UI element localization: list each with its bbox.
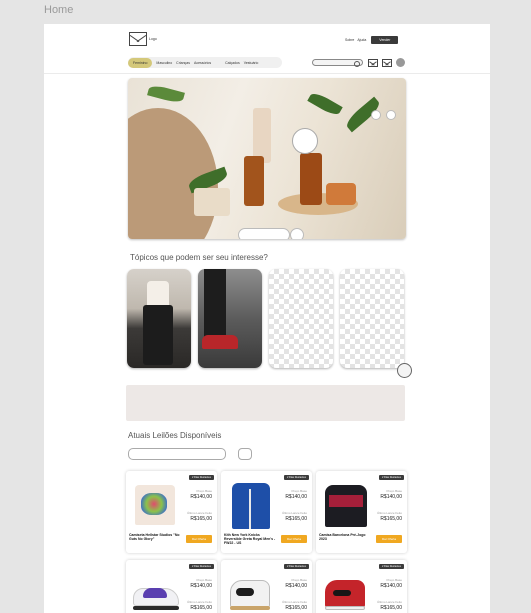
product-name: Kith New York Knicks Reversible Greta Ro… xyxy=(224,533,276,545)
product-name: Camisa Barcelona Pré-Jogo 2023 xyxy=(319,533,366,541)
time-left-badge: 2 Dias Restantes xyxy=(188,475,214,480)
product-name: Camiseta Hellstar Studios "No Guts No Gl… xyxy=(129,533,180,541)
product-image xyxy=(129,479,181,531)
frame-label: Home xyxy=(44,4,74,16)
category-nav: Feminino Masculino Crianças Acessórios C… xyxy=(128,57,282,68)
image-placeholder-icon[interactable] xyxy=(382,59,392,67)
base-price-label: Preço Base xyxy=(386,578,402,582)
base-price-value: R$140,00 xyxy=(190,583,212,589)
last-bid-value: R$165,00 xyxy=(190,605,212,611)
nav-acessorios[interactable]: Acessórios xyxy=(194,61,211,65)
sell-button[interactable]: Vender xyxy=(371,36,399,44)
bid-button[interactable]: Dar Oferta xyxy=(375,535,402,543)
bottle-image xyxy=(300,153,322,205)
topic-image xyxy=(204,269,226,339)
topic-card-placeholder[interactable] xyxy=(340,269,404,368)
last-bid-value: R$165,00 xyxy=(285,516,307,522)
auctions-title: Atuais Leilões Disponíveis xyxy=(128,431,222,440)
base-price-label: Preço Base xyxy=(291,489,307,493)
product-card[interactable]: 2 Dias Restantes Preço Base R$140,00 Últ… xyxy=(221,560,312,613)
logo-image-icon xyxy=(129,32,147,46)
home-page: Logo Sobre Ajuda Vender Feminino Masculi… xyxy=(44,24,490,613)
nav-masculino[interactable]: Masculino xyxy=(156,61,172,65)
product-card[interactable]: 2 Dias Restantes Preço Base R$140,00 Últ… xyxy=(221,471,312,553)
base-price-label: Preço Base xyxy=(291,578,307,582)
product-card[interactable]: 2 Dias Restantes Preço Base R$140,00 Últ… xyxy=(316,471,407,553)
hero-caption-pill[interactable] xyxy=(238,228,290,239)
last-bid-label: Último Lance Feito xyxy=(376,511,402,515)
base-price-value: R$140,00 xyxy=(380,494,402,500)
bottle-image xyxy=(244,156,264,206)
base-price-label: Preço Base xyxy=(196,489,212,493)
last-bid-label: Último Lance Feito xyxy=(186,511,212,515)
last-bid-label: Último Lance Feito xyxy=(281,511,307,515)
topic-card-fashion[interactable] xyxy=(127,269,191,368)
filter-button[interactable] xyxy=(238,448,252,460)
last-bid-label: Último Lance Feito xyxy=(186,600,212,604)
bid-button[interactable]: Dar Oferta xyxy=(185,535,212,543)
topic-image xyxy=(202,335,238,349)
time-left-badge: 2 Dias Restantes xyxy=(283,475,309,480)
product-card[interactable]: 2 Dias Restantes Preço Base R$140,00 Últ… xyxy=(316,560,407,613)
nav-vestuario[interactable]: Vestuário xyxy=(244,61,259,65)
bottle-image xyxy=(253,108,271,163)
carousel-dot[interactable] xyxy=(386,110,396,120)
last-bid-label: Último Lance Feito xyxy=(376,600,402,604)
base-price-value: R$140,00 xyxy=(285,494,307,500)
carousel-dot[interactable] xyxy=(371,110,381,120)
product-card[interactable]: 2 Dias Restantes Preço Base R$140,00 Últ… xyxy=(126,560,217,613)
base-price-value: R$140,00 xyxy=(190,494,212,500)
topics-title: Tópicos que podem ser seu interesse? xyxy=(130,253,268,262)
image-placeholder-icon[interactable] xyxy=(368,59,378,67)
carousel-next-button[interactable] xyxy=(397,363,412,378)
search-input[interactable] xyxy=(312,59,363,67)
last-bid-value: R$165,00 xyxy=(380,516,402,522)
link-sobre[interactable]: Sobre xyxy=(345,38,354,42)
product-card[interactable]: 2 Dias Restantes Preço Base R$140,00 Últ… xyxy=(126,471,217,553)
topic-card-placeholder[interactable] xyxy=(269,269,333,368)
topic-image xyxy=(143,305,173,365)
last-bid-value: R$165,00 xyxy=(190,516,212,522)
jar-image xyxy=(326,183,356,205)
product-image xyxy=(129,568,181,613)
base-price-value: R$140,00 xyxy=(380,583,402,589)
hero-caption-dot[interactable] xyxy=(290,228,304,239)
avatar[interactable] xyxy=(396,58,405,67)
last-bid-value: R$165,00 xyxy=(380,605,402,611)
auction-search-input[interactable] xyxy=(128,448,226,460)
base-price-label: Preço Base xyxy=(196,578,212,582)
link-ajuda[interactable]: Ajuda xyxy=(357,38,366,42)
hero-carousel[interactable] xyxy=(128,78,406,239)
product-image xyxy=(224,479,276,531)
last-bid-value: R$165,00 xyxy=(285,605,307,611)
leaf-image xyxy=(307,90,343,118)
logo-text: Logo xyxy=(149,37,157,41)
bid-button[interactable]: Dar Oferta xyxy=(280,535,307,543)
product-image xyxy=(319,479,371,531)
logo[interactable]: Logo xyxy=(129,32,157,46)
leaf-image xyxy=(147,83,185,105)
time-left-badge: 2 Dias Restantes xyxy=(378,564,404,569)
time-left-badge: 2 Dias Restantes xyxy=(283,564,309,569)
nav-criancas[interactable]: Crianças xyxy=(176,61,190,65)
base-price-value: R$140,00 xyxy=(285,583,307,589)
header-divider xyxy=(44,73,490,74)
top-links: Sobre Ajuda Vender xyxy=(345,36,399,44)
nav-feminino[interactable]: Feminino xyxy=(128,57,153,68)
box-image xyxy=(194,188,230,216)
hero-control-circle[interactable] xyxy=(292,128,318,154)
topic-card-sneakers[interactable] xyxy=(198,269,262,368)
product-image xyxy=(224,568,276,613)
base-price-label: Preço Base xyxy=(386,489,402,493)
nav-calcados[interactable]: Calçados xyxy=(225,61,240,65)
promo-banner xyxy=(126,385,405,421)
product-image xyxy=(319,568,371,613)
time-left-badge: 2 Dias Restantes xyxy=(378,475,404,480)
time-left-badge: 2 Dias Restantes xyxy=(188,564,214,569)
last-bid-label: Último Lance Feito xyxy=(281,600,307,604)
